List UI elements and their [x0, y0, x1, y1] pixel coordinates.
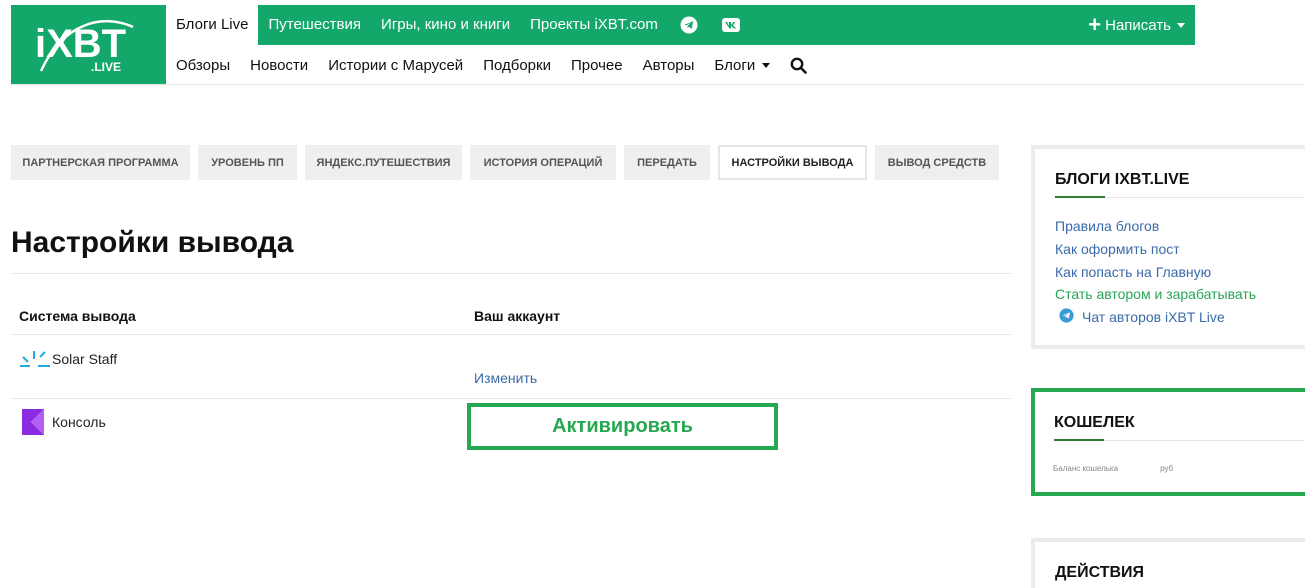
table-row-konsol: Консоль	[18, 407, 106, 437]
subnav-item-other[interactable]: Прочее	[561, 57, 633, 74]
vk-icon[interactable]	[710, 5, 752, 45]
chevron-down-icon	[1177, 22, 1185, 28]
tab-operations-history[interactable]: История операций	[470, 145, 616, 180]
system-name: Solar Staff	[52, 351, 118, 367]
topnav-item-ixbt-projects[interactable]: Проекты iXBT.com	[520, 5, 668, 45]
card-title-underline	[1054, 439, 1305, 441]
activate-button[interactable]: Активировать	[467, 403, 778, 450]
write-post-button[interactable]: + Написать	[1088, 5, 1185, 45]
subnav-item-blogs-dropdown[interactable]: Блоги	[704, 57, 780, 74]
row-divider	[11, 398, 1011, 399]
card-title-underline	[1055, 196, 1305, 198]
subnav-item-authors[interactable]: Авторы	[633, 57, 705, 74]
write-post-label: Написать	[1105, 16, 1171, 34]
card-title: Блоги iXBT.live	[1055, 171, 1190, 188]
page-title: Настройки вывода	[11, 226, 294, 259]
header-divider	[11, 84, 1305, 85]
tab-pp-level[interactable]: Уровень ПП	[198, 145, 297, 180]
link-become-author[interactable]: Стать автором и зарабатывать	[1055, 283, 1256, 306]
secondary-navbar: Обзоры Новости Истории с Марусей Подборк…	[166, 45, 817, 85]
solar-staff-icon	[18, 344, 52, 374]
wallet-balance-unit: руб	[1160, 464, 1174, 473]
title-divider	[11, 273, 1011, 274]
topnav-item-blogs-live[interactable]: Блоги Live	[166, 5, 259, 45]
top-navbar: Блоги Live Путешествия Игры, кино и книг…	[166, 5, 1195, 45]
card-title: Кошелек	[1054, 414, 1135, 431]
account-tabs: Партнерская программа Уровень ПП Яндекс.…	[11, 145, 1007, 180]
table-row-solar-staff: Solar Staff	[18, 344, 117, 374]
site-logo[interactable]: iXBT .LIVE	[11, 5, 166, 85]
wallet-balance: Баланс кошелька руб	[1053, 464, 1173, 473]
tab-yandex-travel[interactable]: Яндекс.Путешествия	[305, 145, 462, 180]
topnav-item-games-movies-books[interactable]: Игры, кино и книги	[371, 5, 520, 45]
telegram-icon[interactable]	[668, 5, 710, 45]
chevron-down-icon	[762, 62, 771, 68]
column-header-account: Ваш аккаунт	[474, 308, 561, 324]
telegram-icon	[1059, 308, 1074, 326]
subnav-item-collections[interactable]: Подборки	[473, 57, 561, 74]
topnav-item-travel[interactable]: Путешествия	[258, 5, 371, 45]
tab-transfer[interactable]: Передать	[624, 145, 710, 180]
blogs-dropdown-label: Блоги	[714, 56, 756, 74]
table-header-divider	[11, 334, 1011, 335]
authors-chat-label: Чат авторов iXBT Live	[1082, 309, 1225, 326]
link-how-to-format-post[interactable]: Как оформить пост	[1055, 238, 1256, 261]
sidebar-card-wallet: Кошелек Баланс кошелька руб	[1031, 388, 1305, 496]
plus-icon: +	[1088, 12, 1102, 37]
subnav-item-reviews[interactable]: Обзоры	[166, 57, 240, 74]
subnav-item-marusya-stories[interactable]: Истории с Марусей	[318, 57, 473, 74]
sidebar-card-actions: Действия	[1031, 538, 1305, 588]
link-how-to-get-main[interactable]: Как попасть на Главную	[1055, 260, 1256, 283]
search-icon[interactable]	[780, 57, 817, 74]
system-name: Консоль	[52, 414, 106, 430]
change-account-link[interactable]: Изменить	[474, 370, 537, 386]
card-title: Действия	[1055, 564, 1145, 581]
tab-withdraw-funds[interactable]: Вывод средств	[875, 145, 999, 180]
logo-sub: .LIVE	[91, 60, 121, 74]
ixbt-live-logo: iXBT .LIVE	[35, 19, 134, 74]
column-header-system: Система вывода	[19, 308, 136, 324]
tab-withdrawal-settings[interactable]: Настройки вывода	[718, 145, 867, 180]
link-blog-rules[interactable]: Правила блогов	[1055, 215, 1256, 238]
subnav-item-news[interactable]: Новости	[240, 57, 318, 74]
link-authors-chat[interactable]: Чат авторов iXBT Live	[1055, 306, 1256, 329]
wallet-balance-label: Баланс кошелька	[1053, 464, 1119, 473]
sidebar-card-blogs: Блоги iXBT.live Правила блогов Как оформ…	[1031, 145, 1305, 349]
tab-partner-program[interactable]: Партнерская программа	[11, 145, 190, 180]
konsol-icon	[18, 407, 52, 437]
